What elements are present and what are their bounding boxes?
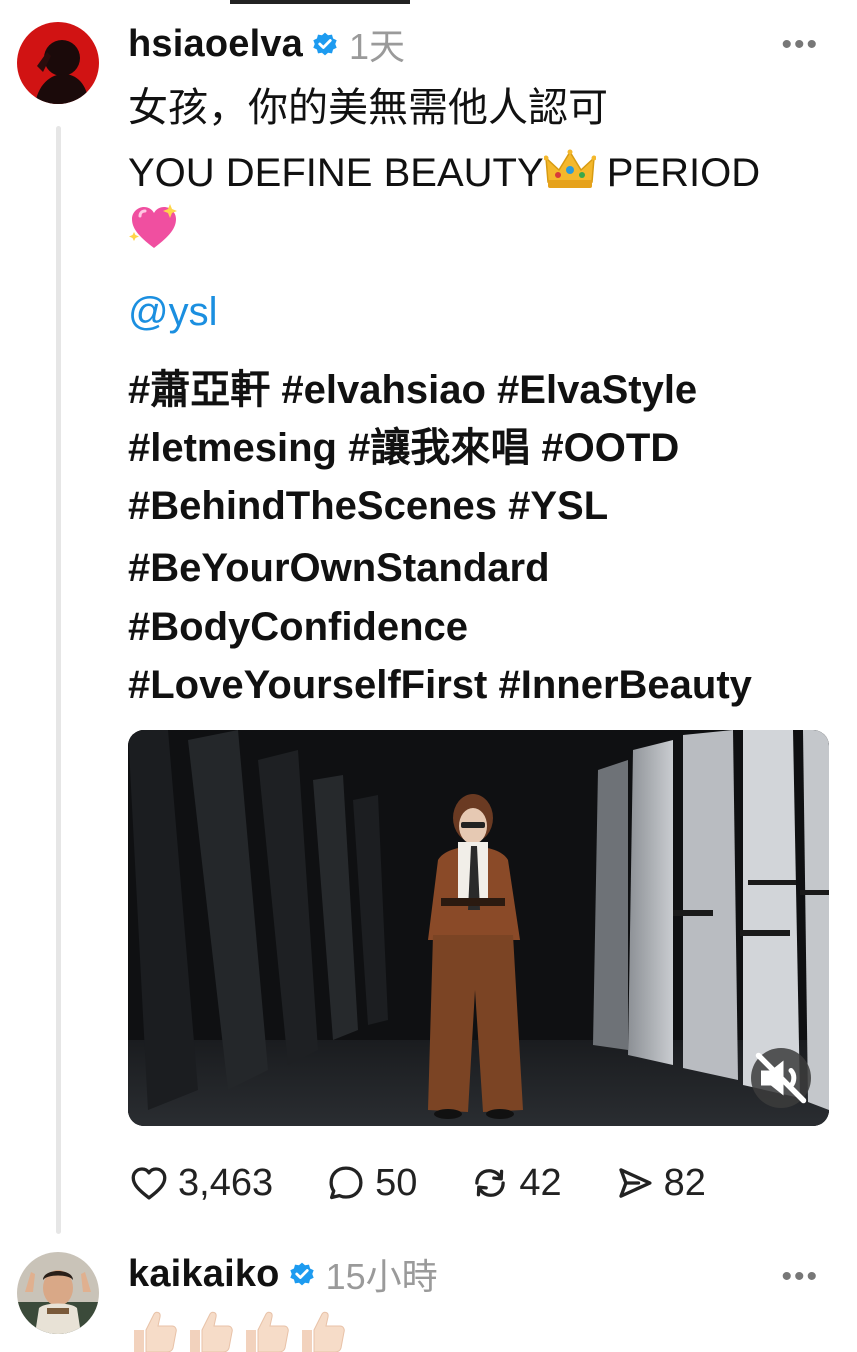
hashtag-line[interactable]: #LoveYourselfFirst #InnerBeauty: [128, 661, 752, 709]
reply-text-emojis: [128, 1308, 352, 1352]
hashtag-line[interactable]: #BehindTheScenes #YSL: [128, 482, 608, 530]
post-text-line-3: [128, 202, 180, 263]
muted-speaker-icon: [755, 1052, 807, 1104]
hashtag-line[interactable]: #BodyConfidence: [128, 603, 468, 651]
repost-icon: [475, 1169, 506, 1197]
reply-time: 15小時: [325, 1256, 438, 1297]
post-actions-bar: 3,463 50 42 82: [128, 1158, 758, 1208]
thumbs-up-emoji: [190, 1311, 233, 1352]
like-button[interactable]: 3,463: [128, 1162, 273, 1205]
reply-button[interactable]: 50: [325, 1162, 417, 1205]
video-frame-image: [128, 730, 829, 1126]
send-icon: [618, 1168, 652, 1198]
mute-toggle-button[interactable]: [751, 1048, 811, 1108]
repost-count: 42: [519, 1161, 562, 1204]
heart-icon: [131, 1167, 167, 1200]
thumbs-up-emoji: [246, 1311, 289, 1352]
reply-header: kaikaiko 15小時: [128, 1252, 438, 1298]
more-options-icon[interactable]: •••: [781, 1262, 819, 1292]
thumbs-up-emoji: [302, 1311, 345, 1352]
hashtag-line[interactable]: #BeYourOwnStandard: [128, 544, 550, 592]
crown-emoji: [543, 149, 596, 188]
post-time: 1天: [349, 26, 406, 67]
thumbs-up-emoji: [134, 1311, 177, 1352]
post-text-line-2: YOU DEFINE BEAUTY PERIOD: [128, 148, 760, 197]
hashtag-line[interactable]: #letmesing #讓我來唱 #OOTD: [128, 424, 679, 472]
like-count: 3,463: [178, 1161, 274, 1204]
post-text-line-1: 女孩，你的美無需他人認可: [128, 86, 608, 130]
reply-count: 50: [375, 1161, 418, 1204]
hashtag-line[interactable]: #蕭亞軒 #elvahsiao #ElvaStyle: [128, 366, 697, 414]
share-button[interactable]: 82: [614, 1162, 706, 1205]
mention-link[interactable]: @ysl: [128, 288, 218, 336]
more-options-icon[interactable]: •••: [781, 30, 819, 60]
verified-badge-icon: [313, 32, 337, 56]
sparkling-heart-emoji: [129, 204, 177, 248]
status-indicator-bar: [230, 0, 410, 4]
post-video[interactable]: [128, 730, 829, 1126]
speech-bubble-icon: [329, 1166, 363, 1200]
verified-badge-icon: [289, 1262, 314, 1286]
reply-username[interactable]: kaikaiko: [128, 1253, 280, 1296]
share-count: 82: [663, 1161, 706, 1204]
repost-button[interactable]: 42: [469, 1161, 562, 1205]
username[interactable]: hsiaoelva: [128, 23, 303, 66]
post-header: hsiaoelva 1天: [128, 22, 405, 68]
thread-line: [56, 126, 61, 1234]
avatar-hsiaoelva[interactable]: [17, 22, 99, 104]
avatar-kaikaiko[interactable]: [17, 1252, 99, 1334]
